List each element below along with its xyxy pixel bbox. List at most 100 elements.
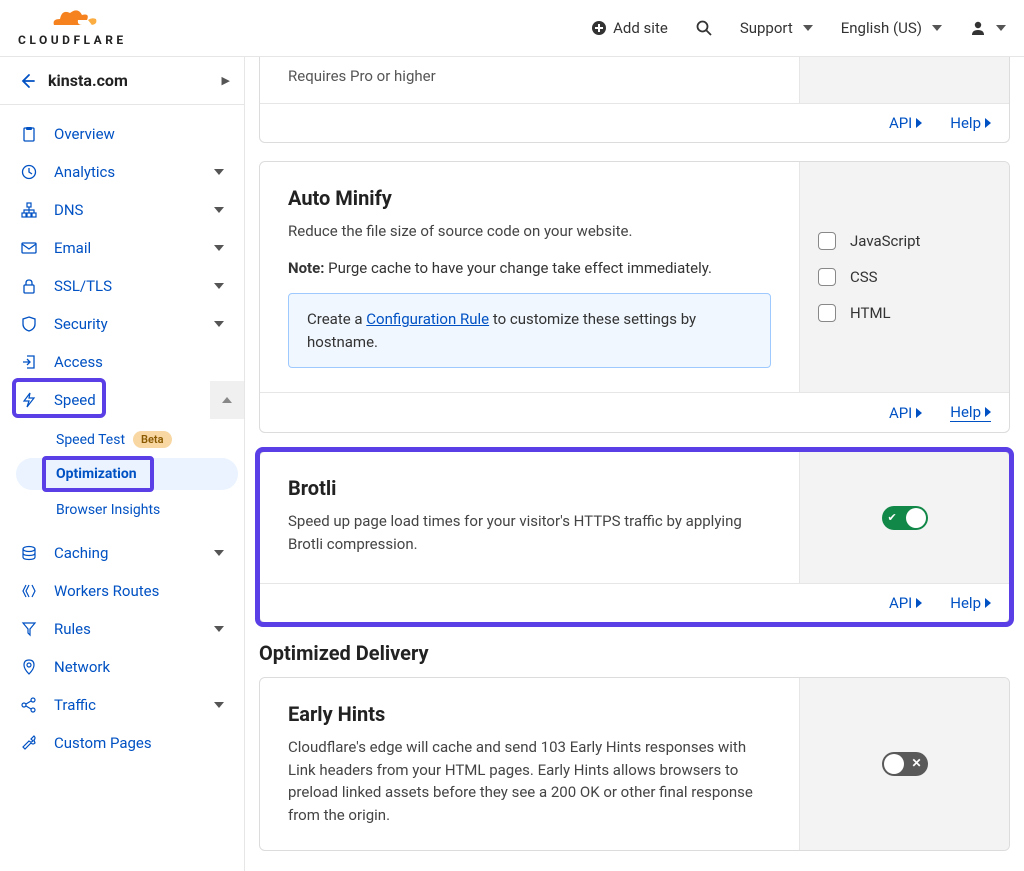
sidebar-item-network[interactable]: Network [0, 648, 244, 686]
chevron-down-icon [214, 245, 224, 251]
help-link[interactable]: Help [950, 403, 991, 422]
sidebar-item-label: Email [54, 239, 91, 257]
chevron-down-icon [803, 25, 813, 31]
sidebar-item-label: Access [54, 353, 103, 371]
sidebar-item-label: Network [54, 658, 110, 676]
sidebar-item-label: Analytics [54, 163, 115, 181]
checkbox-icon[interactable] [818, 268, 836, 286]
support-label: Support [740, 19, 793, 37]
link-label: API [889, 594, 912, 612]
minify-options: JavaScript CSS HTML [799, 162, 1009, 392]
logo-text: CLOUDFLARE [18, 33, 127, 47]
main-content: Requires Pro or higher API Help Auto Min… [245, 57, 1024, 871]
brotli-control: ✔ [799, 452, 1009, 583]
link-label: Help [950, 594, 981, 612]
sidebar-item-label: Speed [54, 391, 96, 409]
search-button[interactable] [696, 20, 712, 36]
card-footer: API Help [260, 103, 1009, 142]
beta-badge: Beta [133, 431, 172, 448]
cloudflare-logo[interactable]: CLOUDFLARE [18, 9, 127, 47]
card-title: Auto Minify [288, 186, 771, 210]
checkbox-html[interactable]: HTML [818, 304, 991, 322]
config-rule-infobox: Create a Configuration Rule to customize… [288, 293, 771, 368]
cloud-icon [42, 9, 102, 31]
chevron-down-icon [214, 283, 224, 289]
sidebar-item-workers[interactable]: Workers Routes [0, 572, 244, 610]
help-link[interactable]: Help [950, 594, 991, 612]
sidebar-item-access[interactable]: Access [0, 343, 244, 381]
chevron-right-icon [985, 118, 991, 128]
add-site-button[interactable]: Add site [591, 19, 668, 37]
login-icon [20, 354, 38, 370]
sidebar-item-security[interactable]: Security [0, 305, 244, 343]
toggle-knob [884, 754, 904, 774]
check-icon: ✔ [888, 511, 897, 524]
sidebar-subitem-browserinsights[interactable]: Browser Insights [0, 494, 244, 526]
sidebar-subitem-optimization[interactable]: Optimization [16, 458, 238, 490]
configuration-rule-link[interactable]: Configuration Rule [366, 310, 489, 328]
card-early-hints: Early Hints Cloudflare's edge will cache… [259, 677, 1010, 851]
link-label: API [889, 404, 912, 422]
api-link[interactable]: API [889, 403, 922, 422]
sidebar-item-traffic[interactable]: Traffic [0, 686, 244, 724]
sidebar-item-rules[interactable]: Rules [0, 610, 244, 648]
user-icon [970, 20, 986, 36]
sitemap-icon [20, 202, 38, 218]
checkbox-icon[interactable] [818, 232, 836, 250]
card-footer: API Help [260, 583, 1009, 622]
card-brotli: Brotli Speed up page load times for your… [259, 451, 1010, 623]
toggle-knob [906, 508, 926, 528]
link-label: API [889, 114, 912, 132]
support-dropdown[interactable]: Support [740, 19, 813, 37]
link-label: Help [950, 114, 981, 132]
help-link[interactable]: Help [950, 114, 991, 132]
chevron-down-icon [214, 169, 224, 175]
sidebar-item-caching[interactable]: Caching [0, 534, 244, 572]
card-note: Note: Purge cache to have your change ta… [288, 257, 771, 280]
site-switcher[interactable]: kinsta.com ▶ [0, 57, 244, 105]
section-optimized-delivery: Optimized Delivery [259, 641, 1010, 665]
card-title: Early Hints [288, 702, 771, 726]
card-title: Brotli [288, 476, 771, 500]
sidebar-item-dns[interactable]: DNS [0, 191, 244, 229]
sidebar-item-speed[interactable]: Speed [0, 381, 244, 419]
earlyhints-control: ✕ [799, 678, 1009, 850]
chevron-up-icon [222, 397, 232, 403]
sidebar-item-analytics[interactable]: Analytics [0, 153, 244, 191]
collapse-toggle[interactable] [210, 381, 244, 419]
sidebar-item-label: Caching [54, 544, 108, 562]
sidebar-item-label: Security [54, 315, 108, 333]
sidebar-item-email[interactable]: Email [0, 229, 244, 267]
lock-icon [20, 278, 38, 294]
info-text: Create a [307, 310, 366, 328]
sidebar-item-label: Traffic [54, 696, 96, 714]
card-auto-minify: Auto Minify Reduce the file size of sour… [259, 161, 1010, 433]
chevron-down-icon [214, 702, 224, 708]
checkbox-javascript[interactable]: JavaScript [818, 232, 991, 250]
api-link[interactable]: API [889, 114, 922, 132]
checkbox-label: JavaScript [850, 232, 920, 250]
sidebar-item-label: DNS [54, 201, 83, 219]
layout: kinsta.com ▶ Overview Analytics DNS Emai… [0, 57, 1024, 871]
arrow-left-icon [18, 72, 36, 90]
clipboard-icon [20, 126, 38, 142]
email-icon [20, 240, 38, 256]
checkbox-icon[interactable] [818, 304, 836, 322]
chevron-right-icon [916, 598, 922, 608]
sidebar-item-overview[interactable]: Overview [0, 115, 244, 153]
card-description: Speed up page load times for your visito… [288, 510, 771, 555]
brotli-toggle[interactable]: ✔ [882, 506, 928, 530]
chevron-down-icon [214, 626, 224, 632]
sidebar-item-label: Speed Test [56, 432, 125, 448]
api-link[interactable]: API [889, 594, 922, 612]
workers-icon [20, 583, 38, 599]
account-dropdown[interactable] [970, 20, 1006, 36]
language-dropdown[interactable]: English (US) [841, 19, 942, 37]
sidebar-item-custompages[interactable]: Custom Pages [0, 724, 244, 762]
sidebar-item-ssl[interactable]: SSL/TLS [0, 267, 244, 305]
checkbox-css[interactable]: CSS [818, 268, 991, 286]
card-control-area [799, 57, 1009, 103]
earlyhints-toggle[interactable]: ✕ [882, 752, 928, 776]
sidebar-subitem-speedtest[interactable]: Speed Test Beta [0, 423, 244, 456]
sidebar: kinsta.com ▶ Overview Analytics DNS Emai… [0, 57, 245, 871]
